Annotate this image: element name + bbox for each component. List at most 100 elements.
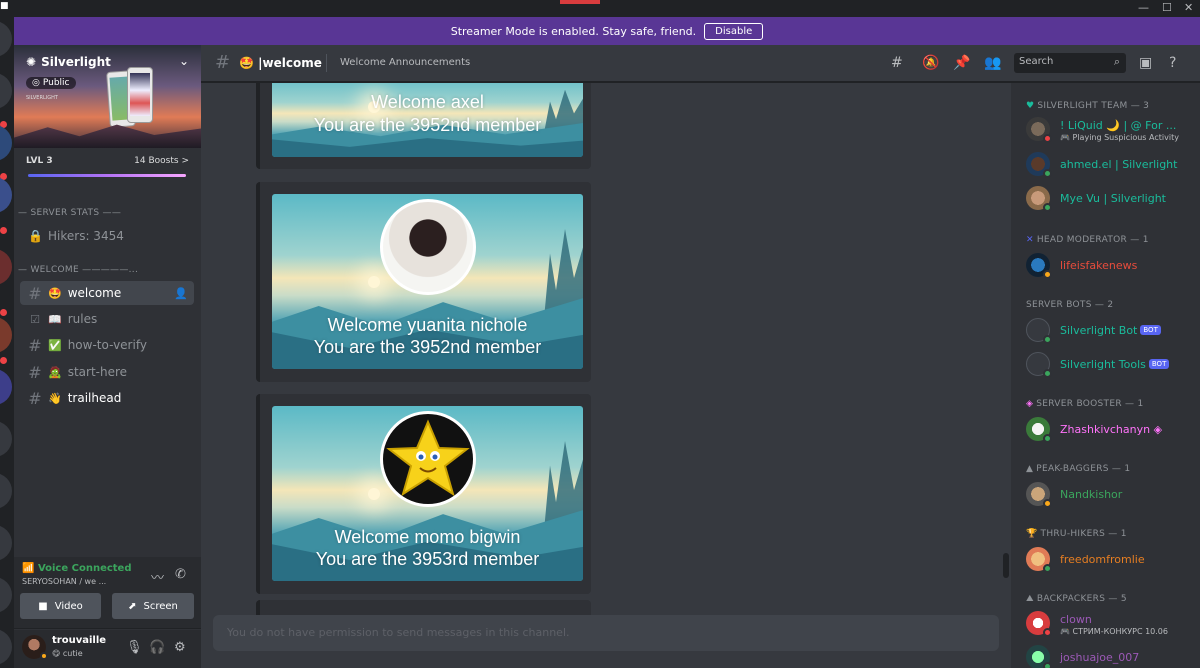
- member-item[interactable]: Zhashkivchanyn ◈: [1026, 415, 1196, 449]
- voice-channel[interactable]: SERYOSOHAN / we ...: [22, 577, 106, 586]
- mountain-icon: ▲: [1026, 464, 1034, 474]
- lock-icon: 🔒: [28, 229, 43, 243]
- status-indicator: [1043, 270, 1052, 279]
- crossed-tools-icon: ✕: [1026, 235, 1034, 245]
- server-level: LVL 3: [26, 156, 53, 166]
- channel-rules[interactable]: ☑ 📖 rules: [20, 307, 194, 331]
- user-panel: trouvaille 😋 cutie 🎙 🎧 ⚙: [14, 630, 201, 668]
- close-icon[interactable]: ✕: [1184, 1, 1193, 14]
- server-icon[interactable]: [0, 473, 12, 509]
- divider: [326, 54, 327, 72]
- search-input[interactable]: Search ⌕: [1014, 53, 1126, 73]
- title-bar: ■ — ☐ ✕: [0, 0, 1200, 17]
- member-item[interactable]: Silverlight Bot BOT: [1026, 316, 1196, 350]
- microphone-icon[interactable]: 🎙: [126, 640, 143, 655]
- channel-header: # 🤩 |welcome Welcome Announcements # 🔕 📌…: [201, 45, 1200, 82]
- server-header[interactable]: ✺ Silverlight ⌄ ◎ Public SILVERLIGHT: [14, 45, 201, 148]
- category-server-stats[interactable]: — SERVER STATS ——: [18, 208, 121, 218]
- server-icon[interactable]: [0, 629, 12, 665]
- server-icon[interactable]: [0, 317, 12, 353]
- inbox-icon[interactable]: ▣: [1139, 55, 1152, 71]
- scrollbar[interactable]: [1003, 553, 1009, 578]
- screen-share-button[interactable]: ⬈ Screen: [112, 593, 194, 619]
- member-item[interactable]: ! LiQuid 🌙 | @ For ... 🎮 Playing Suspici…: [1026, 115, 1196, 149]
- disconnect-icon[interactable]: ✆: [175, 567, 186, 582]
- message-area: Welcome axel You are the 3952nd member W…: [201, 83, 1011, 668]
- booster-icon: ◈: [1026, 399, 1034, 409]
- member-item[interactable]: lifeisfakenews: [1026, 251, 1196, 285]
- maximize-icon[interactable]: ☐: [1162, 1, 1172, 14]
- hash-icon: #: [28, 362, 42, 382]
- member-avatar: [379, 199, 476, 295]
- welcome-card[interactable]: Welcome yuanita nichole You are the 3952…: [272, 194, 583, 369]
- welcome-embed: Welcome axel You are the 3952nd member: [256, 83, 591, 169]
- member-item[interactable]: freedomfromlie: [1026, 545, 1196, 579]
- server-icon[interactable]: [0, 421, 12, 457]
- member-name: freedomfromlie: [1060, 553, 1145, 566]
- channel-emoji: 🧟: [48, 365, 62, 379]
- member-name: Silverlight Tools BOT: [1060, 358, 1170, 371]
- channel-welcome[interactable]: # 🤩 welcome 👤: [20, 281, 194, 305]
- welcome-card[interactable]: Welcome axel You are the 3952nd member: [272, 83, 583, 157]
- welcome-embed: Welcome momo bigwin You are the 3953rd m…: [256, 394, 591, 594]
- pin-icon[interactable]: 📌: [953, 55, 970, 71]
- banner-phone-image: [127, 67, 153, 123]
- boost-progress-bar: [28, 174, 186, 177]
- member-list-icon[interactable]: 👥: [984, 55, 1001, 71]
- status-indicator: [1043, 628, 1052, 637]
- video-button[interactable]: ■ Video: [20, 593, 101, 619]
- member-name: ! LiQuid 🌙 | @ For ...: [1060, 119, 1177, 132]
- status-indicator: [1043, 434, 1052, 443]
- camera-icon: ■: [38, 600, 48, 612]
- role-peak-baggers: ▲ PEAK-BAGGERS — 1: [1026, 464, 1131, 474]
- backpack-icon: ⛰: [1026, 594, 1034, 604]
- member-item[interactable]: ahmed.el | Silverlight: [1026, 150, 1196, 184]
- member-item[interactable]: Silverlight Tools BOT: [1026, 350, 1196, 384]
- server-name[interactable]: ✺ Silverlight: [26, 55, 111, 69]
- member-activity: 🎮 Playing Suspicious Activity: [1060, 133, 1179, 142]
- server-icon[interactable]: [0, 125, 12, 161]
- help-icon[interactable]: ?: [1169, 55, 1176, 71]
- headphones-icon[interactable]: 🎧: [149, 640, 165, 655]
- chevron-down-icon[interactable]: ⌄: [179, 54, 189, 68]
- disable-button[interactable]: Disable: [704, 22, 764, 40]
- boost-progress[interactable]: LVL 3 14 Boosts >: [26, 156, 189, 177]
- threads-icon[interactable]: #: [891, 55, 903, 71]
- member-count-text: You are the 3952nd member: [313, 115, 542, 135]
- member-item[interactable]: clown 🎮 СТРИМ-КОНКУРС 10.06: [1026, 609, 1196, 643]
- server-icon[interactable]: [0, 249, 12, 285]
- minimize-icon[interactable]: —: [1138, 1, 1149, 14]
- channel-start-here[interactable]: # 🧟 start-here: [20, 360, 194, 384]
- noise-suppression-icon[interactable]: 〰: [151, 567, 164, 586]
- category-welcome[interactable]: — WELCOME —————...: [18, 265, 138, 275]
- mention-badge: [0, 357, 7, 364]
- rules-channel-icon: ☑: [30, 312, 40, 326]
- welcome-card[interactable]: Welcome momo bigwin You are the 3953rd m…: [272, 406, 583, 581]
- welcome-name: Welcome momo bigwin: [334, 527, 521, 547]
- member-item[interactable]: joshuajoe_007: [1026, 643, 1196, 668]
- channel-topic[interactable]: Welcome Announcements: [340, 57, 470, 68]
- username[interactable]: trouvaille: [52, 635, 106, 646]
- channel-how-to-verify[interactable]: # ✅ how-to-verify: [20, 333, 194, 357]
- server-icon[interactable]: [0, 369, 12, 405]
- channel-trailhead[interactable]: # 👋 trailhead: [20, 386, 194, 410]
- member-item[interactable]: Mye Vu | Silverlight: [1026, 184, 1196, 218]
- banner-mountains: [14, 124, 201, 148]
- invite-icon[interactable]: 👤: [174, 287, 188, 300]
- channel-emoji: 👋: [48, 391, 62, 405]
- status-indicator: [1043, 203, 1052, 212]
- gear-icon[interactable]: ⚙: [174, 640, 186, 655]
- server-icon[interactable]: [0, 525, 12, 561]
- server-icon[interactable]: [0, 577, 12, 613]
- server-icon[interactable]: [0, 73, 12, 109]
- voice-status[interactable]: 📶 Voice Connected: [22, 563, 132, 574]
- channel-hikers-stat[interactable]: 🔒 Hikers: 3454: [20, 224, 194, 248]
- server-icon[interactable]: [0, 21, 12, 57]
- mute-notifications-icon[interactable]: 🔕: [922, 55, 939, 71]
- verified-icon: ✺: [26, 55, 37, 69]
- member-name: Mye Vu | Silverlight: [1060, 192, 1166, 205]
- star-avatar-icon: [385, 419, 470, 497]
- channel-emoji: ✅: [48, 338, 62, 352]
- member-item[interactable]: Nandkishor: [1026, 480, 1196, 514]
- server-icon[interactable]: [0, 177, 12, 213]
